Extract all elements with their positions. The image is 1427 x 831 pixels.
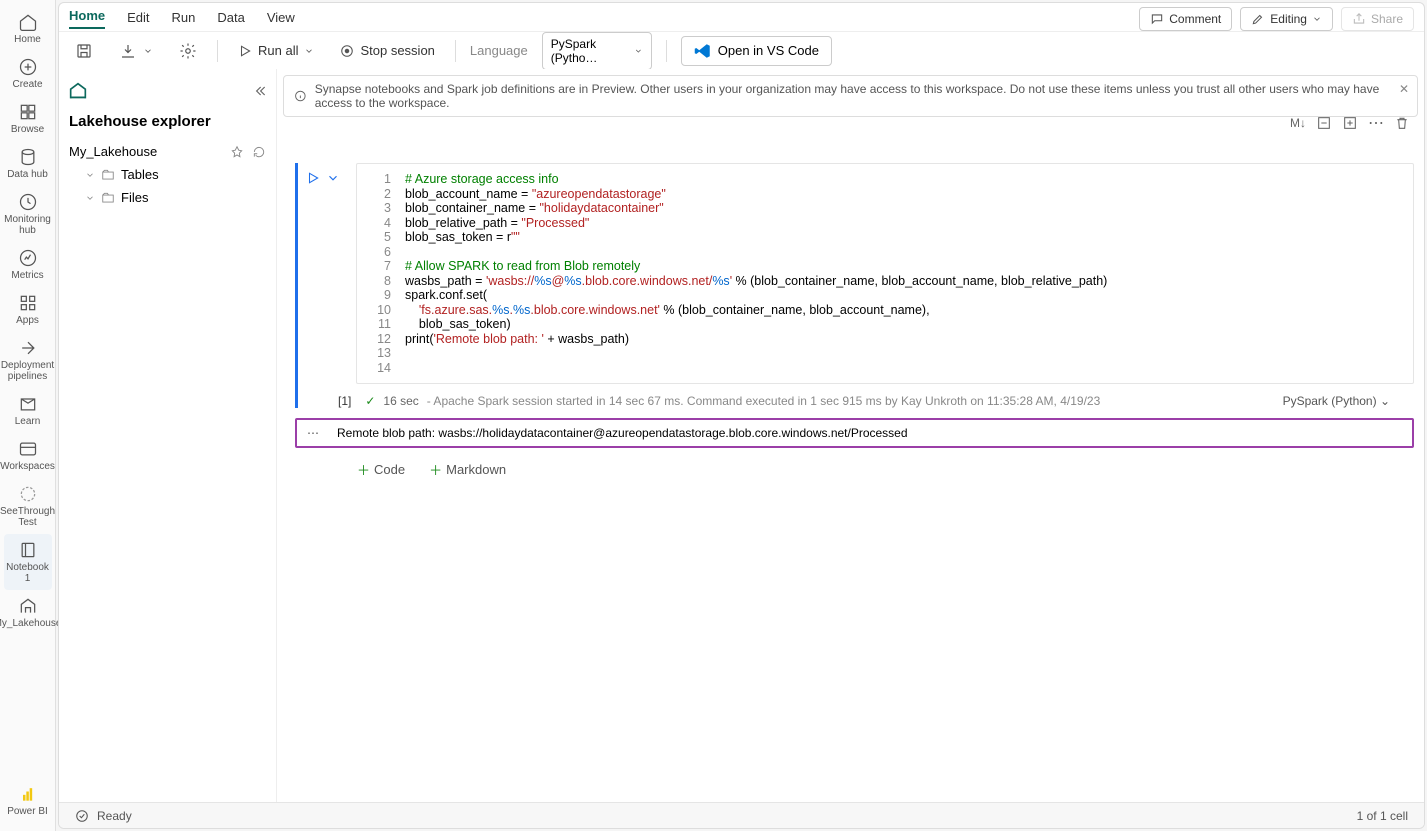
cell-collapse-icon[interactable] [1316, 115, 1332, 131]
language-select[interactable]: PySpark (Pytho… [542, 32, 652, 70]
rail-seethrough[interactable]: SeeThrough Test [4, 478, 52, 534]
add-code-button[interactable]: ＋Code [357, 460, 405, 479]
add-cell-row: ＋Code ＋Markdown [357, 460, 1424, 479]
stop-session-button[interactable]: Stop session [334, 39, 440, 62]
menu-data[interactable]: Data [217, 6, 244, 29]
main-area: Home Edit Run Data View Comment Editing … [58, 2, 1425, 829]
rail-create[interactable]: Create [4, 51, 52, 96]
status-ok-icon [75, 809, 89, 823]
markdown-toggle[interactable]: M↓ [1290, 116, 1306, 130]
code-cell: 1# Azure storage access info2blob_accoun… [295, 163, 1414, 408]
editing-button[interactable]: Editing [1240, 7, 1333, 31]
rail-deployment[interactable]: Deployment pipelines [4, 332, 52, 388]
left-nav-rail: Home Create Browse Data hub Monitoring h… [0, 0, 56, 831]
explorer-title: Lakehouse explorer [67, 113, 268, 130]
run-all-button[interactable]: Run all [232, 39, 320, 62]
toolbar: Run all Stop session Language PySpark (P… [59, 31, 1424, 69]
open-vscode-button[interactable]: Open in VS Code [681, 36, 832, 66]
rail-metrics[interactable]: Metrics [4, 242, 52, 287]
menu-view[interactable]: View [267, 6, 295, 29]
rail-notebook[interactable]: Notebook 1 [4, 534, 52, 590]
rail-powerbi[interactable]: Power BI [4, 778, 52, 823]
rail-monitoring[interactable]: Monitoring hub [4, 186, 52, 242]
download-icon[interactable] [113, 38, 159, 64]
cell-more-icon[interactable]: ⋯ [1368, 113, 1384, 133]
status-bar: Ready 1 of 1 cell [59, 802, 1424, 828]
execution-status: [1] ✓ 16 sec - Apache Spark session star… [338, 394, 1414, 408]
code-editor[interactable]: 1# Azure storage access info2blob_accoun… [356, 163, 1414, 384]
lakehouse-explorer: Lakehouse explorer My_Lakehouse Tables F… [59, 69, 277, 802]
tree-tables[interactable]: Tables [67, 163, 268, 186]
menu-run[interactable]: Run [172, 6, 196, 29]
rail-apps[interactable]: Apps [4, 287, 52, 332]
output-menu-icon[interactable]: ⋯ [307, 426, 320, 440]
cell-count: 1 of 1 cell [1357, 809, 1408, 823]
cell-language[interactable]: PySpark (Python) ⌄ [1283, 394, 1390, 408]
rail-home[interactable]: Home [4, 6, 52, 51]
rail-workspaces[interactable]: Workspaces [4, 433, 52, 478]
save-icon[interactable] [69, 38, 99, 64]
menu-home[interactable]: Home [69, 4, 105, 29]
menu-edit[interactable]: Edit [127, 6, 149, 29]
rail-learn[interactable]: Learn [4, 388, 52, 433]
settings-icon[interactable] [173, 38, 203, 64]
close-banner-icon[interactable]: ✕ [1399, 82, 1409, 96]
top-actions: Comment Editing Share [1139, 7, 1414, 31]
notebook-area: Synapse notebooks and Spark job definiti… [277, 69, 1424, 802]
run-cell-icon[interactable] [306, 171, 320, 185]
collapse-explorer-icon[interactable] [252, 83, 268, 99]
rail-mylakehouse[interactable]: My_Lakehouse [4, 590, 52, 635]
cell-output: ⋯ Remote blob path: wasbs://holidaydatac… [295, 418, 1414, 448]
refresh-icon[interactable] [252, 145, 266, 159]
delete-cell-icon[interactable] [1394, 115, 1410, 131]
cell-toolbar: M↓ ⋯ [1290, 113, 1410, 133]
share-button: Share [1341, 7, 1414, 31]
pin-icon[interactable] [230, 145, 244, 159]
lakehouse-icon [67, 80, 89, 102]
language-label: Language [470, 43, 528, 58]
info-icon [294, 89, 307, 103]
comment-button[interactable]: Comment [1139, 7, 1232, 31]
cell-expand-icon[interactable] [1342, 115, 1358, 131]
tree-files[interactable]: Files [67, 186, 268, 209]
preview-banner: Synapse notebooks and Spark job definiti… [283, 75, 1418, 117]
add-markdown-button[interactable]: ＋Markdown [429, 460, 506, 479]
rail-browse[interactable]: Browse [4, 96, 52, 141]
lakehouse-row[interactable]: My_Lakehouse [67, 140, 268, 163]
cell-menu-icon[interactable] [326, 171, 340, 185]
rail-datahub[interactable]: Data hub [4, 141, 52, 186]
